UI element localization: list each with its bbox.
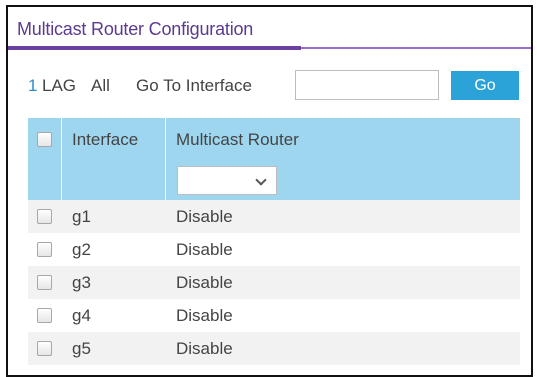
interface-cell: g4	[72, 306, 91, 325]
interface-cell: g3	[72, 273, 91, 292]
title-underline	[8, 46, 531, 50]
page-title: Multicast Router Configuration	[17, 19, 254, 39]
row-checkbox[interactable]	[37, 308, 52, 323]
column-divider	[61, 161, 62, 200]
multicast-router-column-header: Multicast Router	[176, 130, 299, 149]
column-divider	[61, 118, 62, 161]
multicast-router-cell: Disable	[176, 339, 233, 358]
lag-link[interactable]: LAG	[42, 76, 76, 96]
multicast-router-cell: Disable	[176, 306, 233, 325]
interface-cell: g2	[72, 240, 91, 259]
table-row[interactable]: g2 Disable	[28, 233, 520, 266]
column-divider	[165, 118, 166, 161]
title-underline-accent	[8, 46, 301, 50]
all-link[interactable]: All	[91, 76, 110, 96]
multicast-router-cell: Disable	[176, 240, 233, 259]
table-row[interactable]: g4 Disable	[28, 299, 520, 332]
go-to-interface-label: Go To Interface	[136, 76, 252, 95]
table-filter-row	[28, 161, 520, 200]
column-divider	[165, 161, 166, 200]
title-bar: Multicast Router Configuration	[8, 7, 531, 50]
row-checkbox[interactable]	[37, 209, 52, 224]
multicast-router-cell: Disable	[176, 207, 233, 226]
row-checkbox[interactable]	[37, 341, 52, 356]
unit-link[interactable]: 1	[28, 76, 37, 96]
chevron-down-icon	[255, 174, 267, 186]
go-button[interactable]: Go	[451, 71, 519, 100]
multicast-router-select[interactable]	[177, 166, 277, 195]
row-checkbox[interactable]	[37, 275, 52, 290]
config-panel: Multicast Router Configuration 1 LAG All…	[6, 5, 533, 377]
interface-column-header: Interface	[72, 130, 139, 149]
row-checkbox[interactable]	[37, 242, 52, 257]
select-all-checkbox[interactable]	[37, 132, 52, 147]
interface-toolbar: 1 LAG All Go To Interface Go	[8, 67, 531, 103]
interface-cell: g5	[72, 339, 91, 358]
interface-cell: g1	[72, 207, 91, 226]
multicast-router-cell: Disable	[176, 273, 233, 292]
go-to-interface-input[interactable]	[295, 70, 439, 100]
multicast-router-table: Interface Multicast Router g1 Disable g2…	[28, 118, 520, 365]
table-row[interactable]: g1 Disable	[28, 200, 520, 233]
table-header-row: Interface Multicast Router	[28, 118, 520, 161]
table-row[interactable]: g3 Disable	[28, 266, 520, 299]
table-row[interactable]: g5 Disable	[28, 332, 520, 365]
